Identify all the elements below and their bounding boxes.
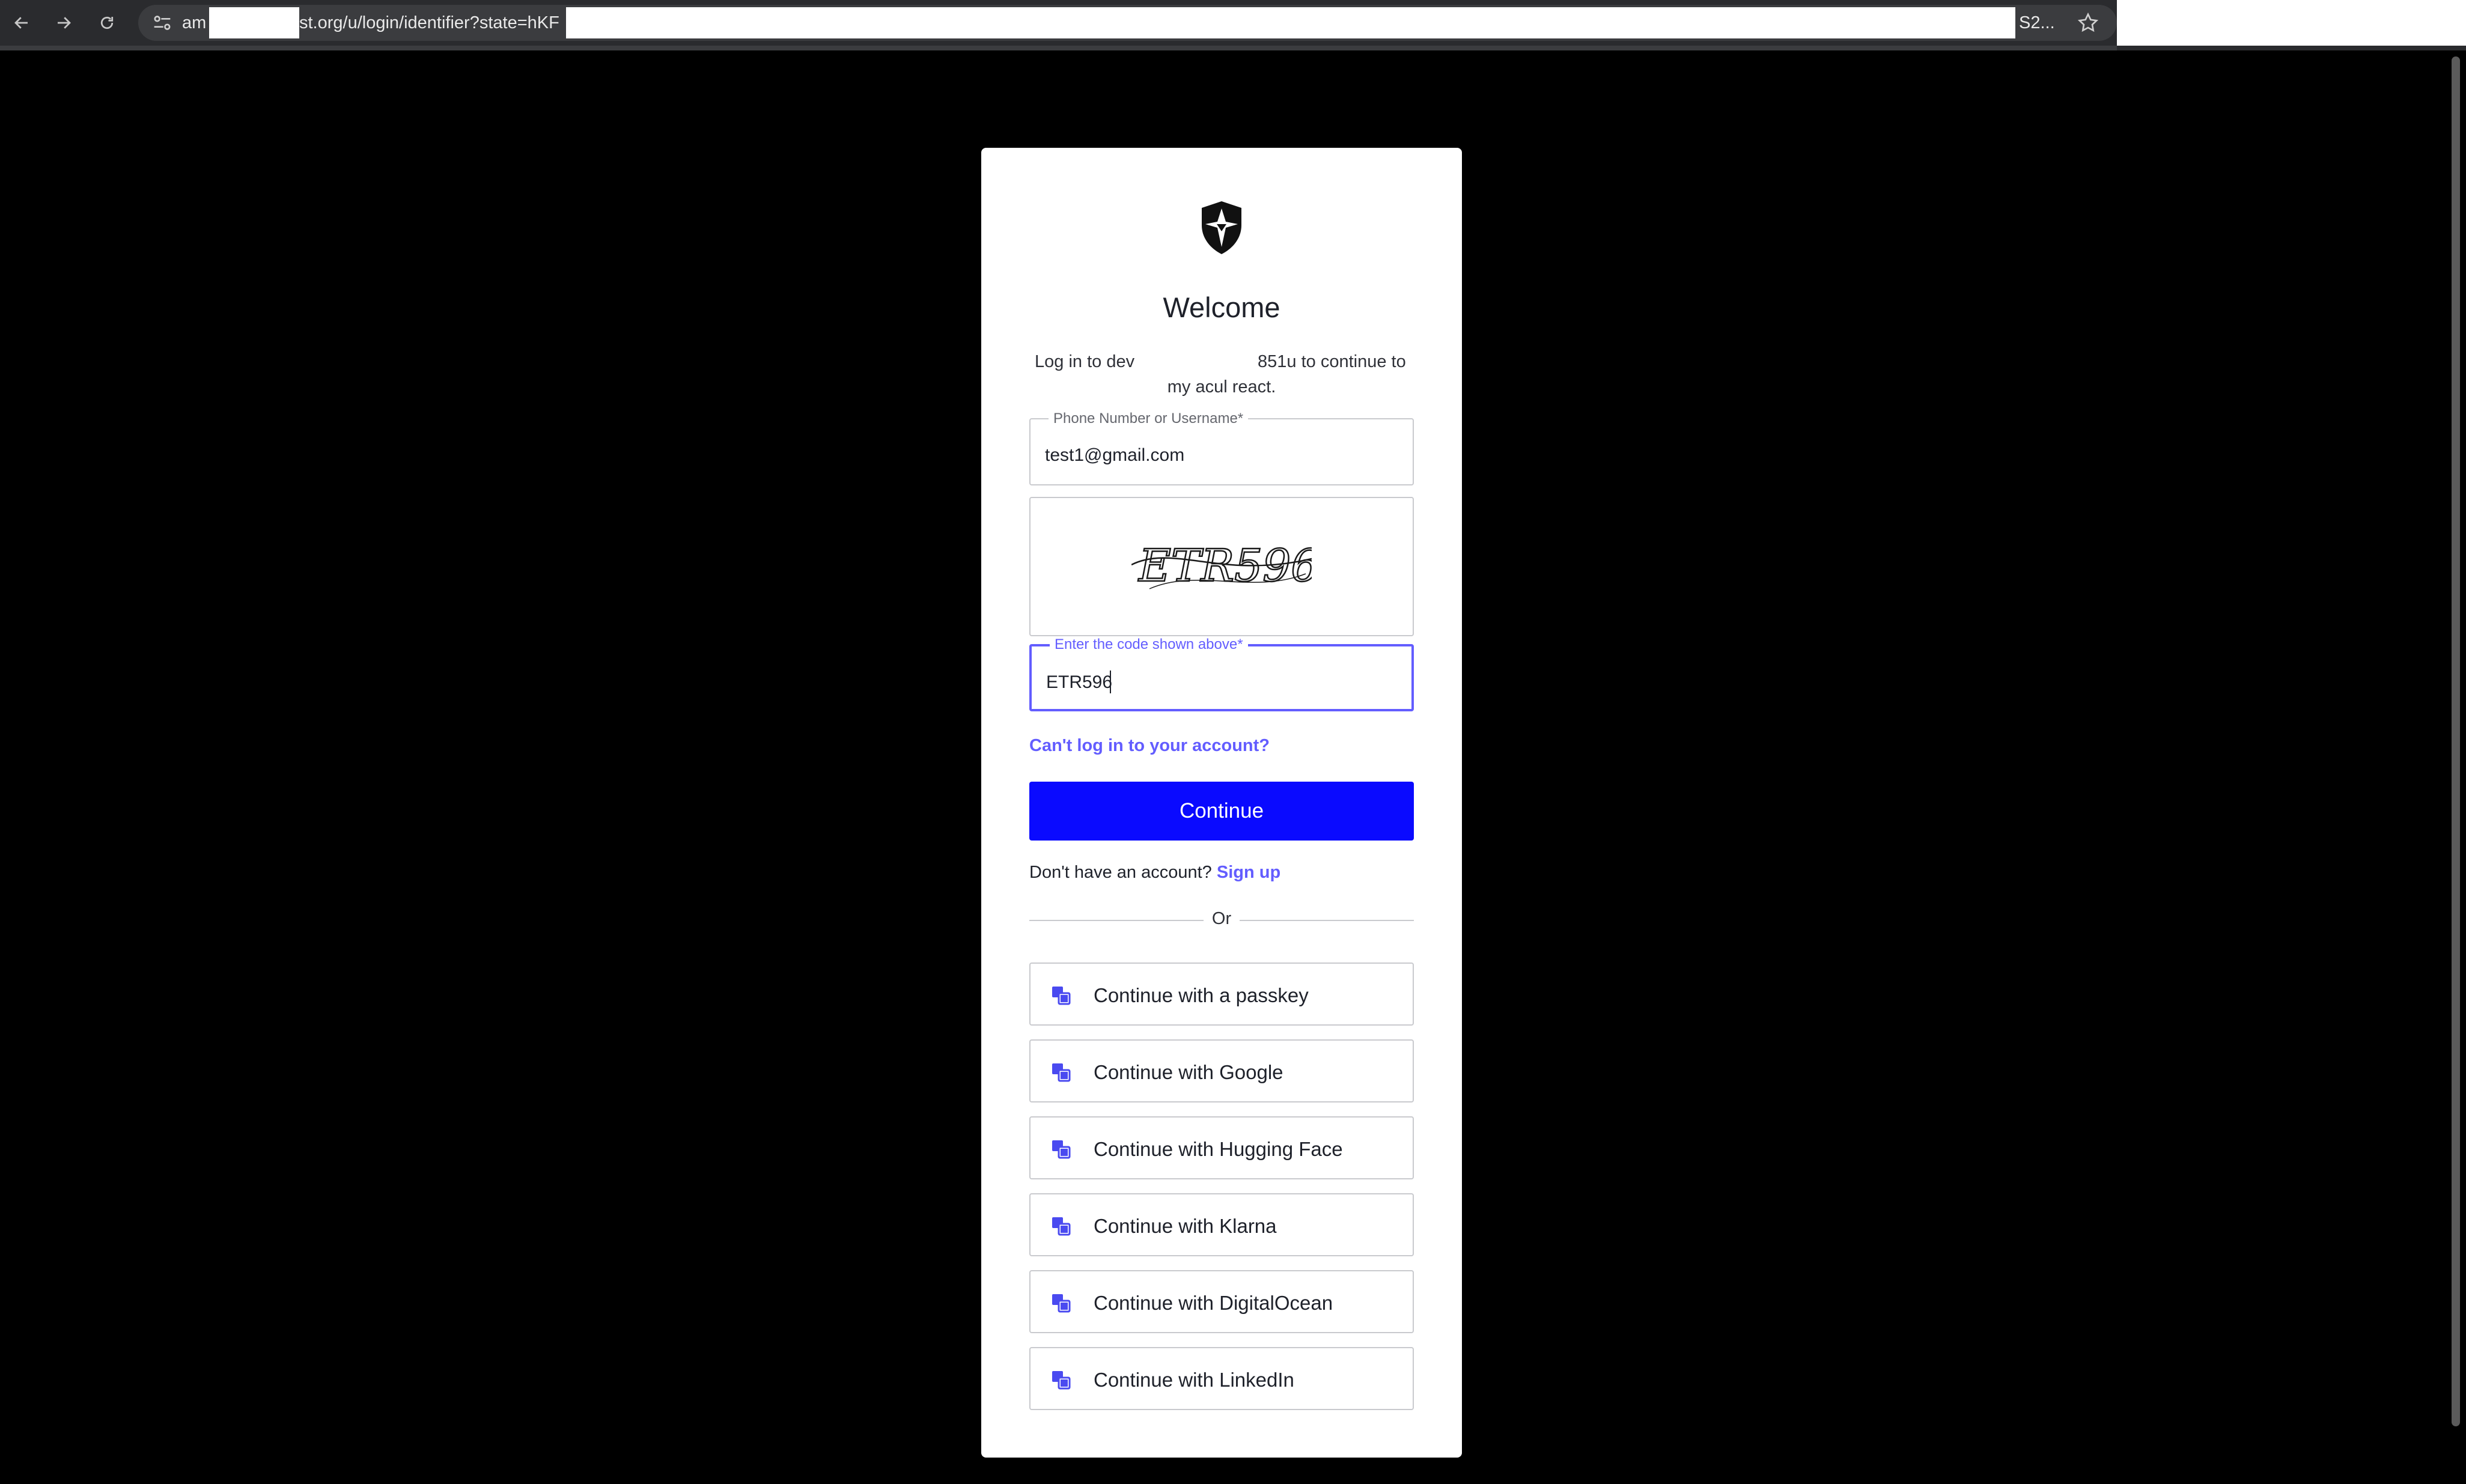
captcha-code-input[interactable] — [1046, 671, 1399, 695]
klarna-icon — [1052, 1217, 1071, 1236]
back-button[interactable] — [5, 6, 38, 40]
separator-line — [1240, 920, 1414, 921]
site-info-icon[interactable] — [150, 11, 174, 35]
forward-button[interactable] — [47, 6, 81, 40]
url-text-middle: st.org/u/login/identifier?state=hKF — [299, 13, 559, 32]
username-input[interactable] — [1045, 443, 1401, 467]
digitalocean-icon — [1052, 1294, 1071, 1313]
username-label: Phone Number or Username* — [1049, 411, 1249, 427]
forgot-account-link[interactable]: Can't log in to your account? — [1029, 736, 1270, 756]
toolbar-divider — [0, 46, 2117, 50]
separator-line — [1029, 920, 1204, 921]
signup-link[interactable]: Sign up — [1217, 863, 1280, 882]
linkedin-icon — [1052, 1371, 1071, 1390]
description-text: my acul react. — [1167, 377, 1276, 397]
captcha-code-label: Enter the code shown above* — [1050, 637, 1248, 652]
digitalocean-button[interactable]: Continue with DigitalOcean — [1029, 1270, 1414, 1333]
url-text-end: S2... — [2019, 13, 2055, 32]
login-card: Welcome Log in to dev 851u to continue t… — [981, 148, 1462, 1458]
description-text: 851u to continue to — [1258, 352, 1406, 371]
hugging-face-button[interactable]: Continue with Hugging Face — [1029, 1116, 1414, 1179]
hugging-face-icon — [1052, 1140, 1071, 1159]
klarna-button[interactable]: Continue with Klarna — [1029, 1193, 1414, 1256]
username-field[interactable]: Phone Number or Username* — [1029, 411, 1414, 485]
reload-button[interactable] — [90, 6, 124, 40]
back-arrow-icon — [14, 17, 28, 29]
linkedin-button[interactable]: Continue with LinkedIn — [1029, 1347, 1414, 1410]
signup-row: Don't have an account? Sign up — [1029, 863, 1280, 883]
reload-icon — [100, 16, 114, 29]
linkedin-button-label: Continue with LinkedIn — [1094, 1369, 1294, 1391]
google-icon — [1052, 1063, 1071, 1082]
digitalocean-button-label: Continue with DigitalOcean — [1094, 1292, 1333, 1314]
klarna-button-label: Continue with Klarna — [1094, 1215, 1277, 1237]
shield-logo-icon — [1202, 201, 1241, 254]
separator-text: Or — [1211, 909, 1232, 928]
captcha-image: ETR596 — [1131, 540, 1312, 592]
description-text: Log in to dev — [1035, 352, 1135, 371]
google-button[interactable]: Continue with Google — [1029, 1039, 1414, 1102]
toolbar-redaction — [2117, 0, 2466, 46]
continue-button[interactable]: Continue — [1029, 782, 1414, 841]
signup-prompt: Don't have an account? — [1029, 863, 1212, 882]
bookmark-star-icon[interactable] — [2076, 11, 2100, 35]
text-caret — [1110, 671, 1111, 693]
url-redaction — [209, 7, 299, 38]
google-button-label: Continue with Google — [1094, 1061, 1283, 1083]
url-redaction — [566, 7, 2015, 38]
page-scrollbar-thumb[interactable] — [2452, 56, 2460, 1426]
url-text-start: am — [182, 13, 207, 32]
browser-toolbar: am st.org/u/login/identifier?state=hKF S… — [0, 0, 2466, 50]
passkey-button-label: Continue with a passkey — [1094, 984, 1309, 1006]
passkey-button[interactable]: Continue with a passkey — [1029, 962, 1414, 1026]
captcha-code-field[interactable]: Enter the code shown above* — [1029, 637, 1414, 711]
passkey-icon — [1052, 987, 1071, 1005]
captcha-image-box: ETR596 — [1029, 497, 1414, 636]
page-title: Welcome — [1163, 291, 1280, 323]
hugging-face-button-label: Continue with Hugging Face — [1094, 1138, 1343, 1160]
address-bar[interactable]: am st.org/u/login/identifier?state=hKF S… — [138, 5, 2117, 41]
forward-arrow-icon — [58, 17, 71, 29]
